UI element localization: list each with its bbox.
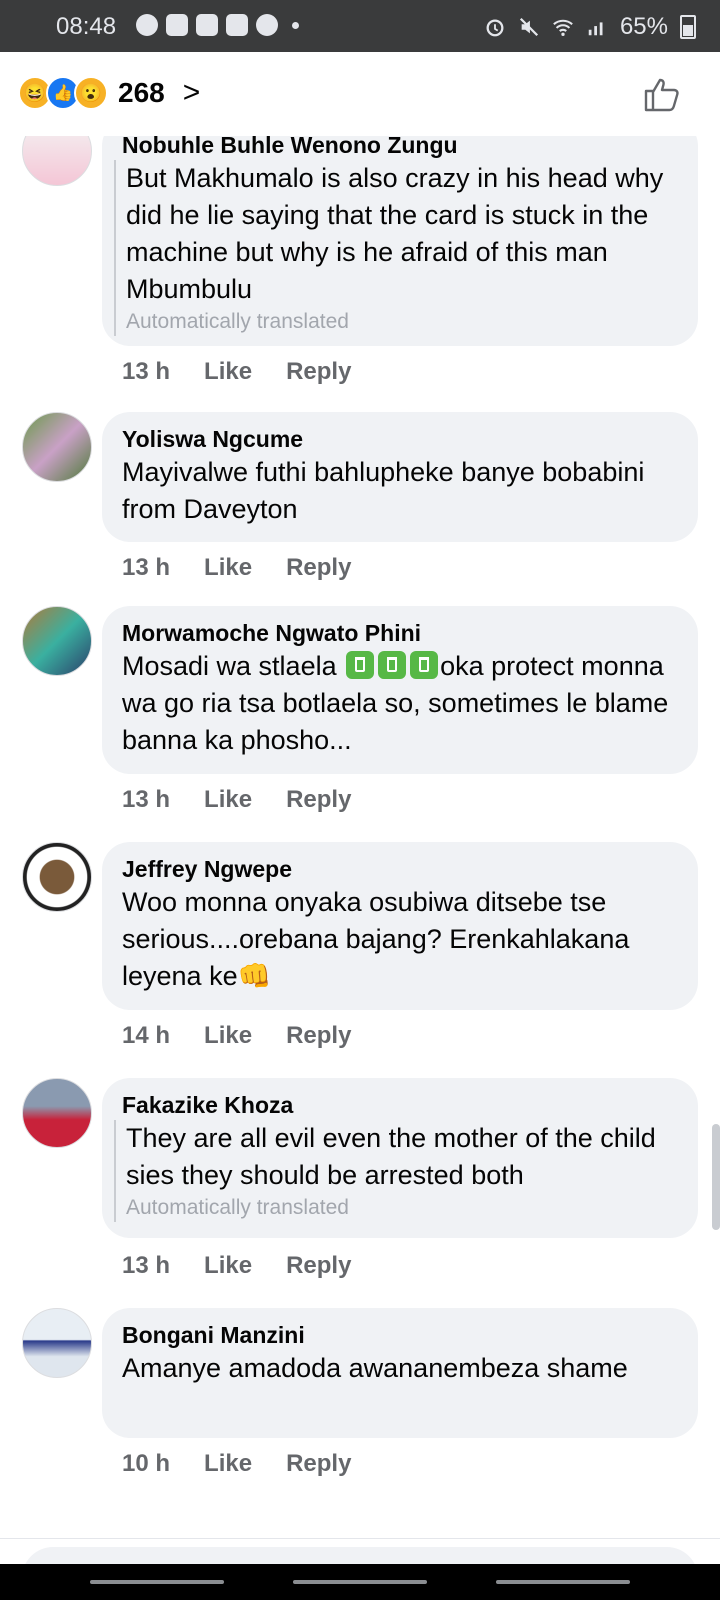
comment-text: They are all evil even the mother of the…	[126, 1123, 656, 1190]
nav-home-handle[interactable]	[293, 1580, 427, 1584]
comment-author[interactable]: Bongani Manzini	[122, 1320, 678, 1350]
system-navigation-bar	[0, 1564, 720, 1600]
translated-note[interactable]: Automatically translated	[126, 1194, 678, 1222]
avatar[interactable]	[22, 1078, 92, 1148]
avatar[interactable]	[22, 606, 92, 676]
comment-bubble: Jeffrey Ngwepe Woo monna onyaka osubiwa …	[102, 842, 698, 1010]
comment-bubble: Bongani Manzini Amanye amadoda awananemb…	[102, 1308, 698, 1438]
comment-author[interactable]: Yoliswa Ngcume	[122, 424, 678, 454]
litter-bin-emoji-icon	[346, 651, 375, 679]
comment-time: 13 h	[122, 554, 171, 581]
comment-bubble: Fakazike Khoza They are all evil even th…	[102, 1078, 698, 1238]
wow-reaction-icon: 😮	[74, 76, 108, 110]
litter-bin-emoji-icon	[410, 651, 439, 679]
comment-bubble: Morwamoche Ngwato Phini Mosadi wa stlael…	[102, 606, 698, 774]
scrollbar[interactable]	[712, 1124, 720, 1230]
comment-actions: 10 h Like Reply	[122, 1450, 351, 1478]
comment-actions: 13 h Like Reply	[122, 554, 351, 582]
chevron-right-icon: >	[182, 76, 201, 109]
comment-author[interactable]: Nobuhle Buhle Wenono Zungu	[122, 136, 678, 160]
like-button[interactable]: Like	[204, 786, 252, 814]
comment-text: Mosadi wa stlaela oka protect monna wa g…	[122, 651, 669, 755]
litter-bin-emoji-icon	[378, 651, 407, 679]
reply-button[interactable]: Reply	[286, 358, 351, 386]
translated-block: They are all evil even the mother of the…	[114, 1120, 678, 1222]
comment-author[interactable]: Fakazike Khoza	[122, 1090, 678, 1120]
status-notification-icons	[136, 14, 299, 36]
comment-list: Nobuhle Buhle Wenono Zungu But Makhumalo…	[0, 136, 720, 1536]
comment-actions: 13 h Like Reply	[122, 1252, 351, 1280]
comment-time: 13 h	[122, 1252, 171, 1279]
like-button[interactable]: Like	[204, 358, 252, 386]
battery-icon	[680, 15, 696, 39]
thumbs-up-icon[interactable]	[642, 74, 682, 114]
comment-time: 13 h	[122, 358, 171, 385]
battery-level: 65%	[619, 13, 668, 40]
translated-block: But Makhumalo is also crazy in his head …	[114, 160, 678, 336]
nav-back-handle[interactable]	[496, 1580, 630, 1584]
comment-text: But Makhumalo is also crazy in his head …	[126, 163, 664, 304]
app-icon	[256, 14, 278, 36]
facebook-icon	[136, 14, 158, 36]
like-button[interactable]: Like	[204, 554, 252, 582]
avatar[interactable]	[22, 1308, 92, 1378]
avatar[interactable]	[22, 412, 92, 482]
comment-text: Amanye amadoda awananembeza shame	[122, 1353, 628, 1383]
wifi-icon	[553, 19, 573, 36]
reply-button[interactable]: Reply	[286, 1022, 351, 1050]
reply-button[interactable]: Reply	[286, 1450, 351, 1478]
comment-text: Mayivalwe futhi bahlupheke banye bobabin…	[122, 457, 645, 524]
comment-author[interactable]: Morwamoche Ngwato Phini	[122, 618, 678, 648]
reply-button[interactable]: Reply	[286, 1252, 351, 1280]
like-button[interactable]: Like	[204, 1450, 252, 1478]
reactions-summary[interactable]: 😆 👍 😮 268 >	[18, 76, 200, 110]
comment-actions: 13 h Like Reply	[122, 358, 351, 386]
reply-button[interactable]: Reply	[286, 786, 351, 814]
status-system-icons: 65%	[484, 13, 696, 41]
reply-button[interactable]: Reply	[286, 554, 351, 582]
comment-text: Woo monna onyaka osubiwa ditsebe tse ser…	[122, 887, 630, 991]
alarm-icon	[486, 19, 504, 37]
comment-actions: 14 h Like Reply	[122, 1022, 351, 1050]
comment-bubble: Yoliswa Ngcume Mayivalwe futhi bahluphek…	[102, 412, 698, 542]
more-notifications-dot	[292, 21, 299, 29]
comment-time: 14 h	[122, 1022, 171, 1049]
comment-bubble: Nobuhle Buhle Wenono Zungu But Makhumalo…	[102, 136, 698, 346]
status-bar: 08:48 65%	[0, 0, 720, 52]
comment-actions: 13 h Like Reply	[122, 786, 351, 814]
comments-sheet: 😆 👍 😮 268 > Nobuhle Buhle Wenono Zungu B…	[0, 52, 720, 1600]
like-button[interactable]: Like	[204, 1022, 252, 1050]
translated-note[interactable]: Automatically translated	[126, 308, 678, 336]
comment-author[interactable]: Jeffrey Ngwepe	[122, 854, 678, 884]
like-button[interactable]: Like	[204, 1252, 252, 1280]
mute-icon	[519, 17, 539, 37]
calendar-icon	[226, 14, 248, 36]
nav-recents-handle[interactable]	[90, 1580, 224, 1584]
youtube-icon	[166, 14, 188, 36]
status-time: 08:48	[56, 13, 117, 40]
sheet-header: 😆 👍 😮 268 >	[0, 52, 720, 136]
signal-icon	[588, 22, 603, 36]
avatar[interactable]	[22, 136, 92, 186]
comment-time: 10 h	[122, 1450, 171, 1477]
reaction-count: 268	[118, 77, 165, 108]
comment-time: 13 h	[122, 786, 171, 813]
youtube-icon	[196, 14, 218, 36]
avatar[interactable]	[22, 842, 92, 912]
